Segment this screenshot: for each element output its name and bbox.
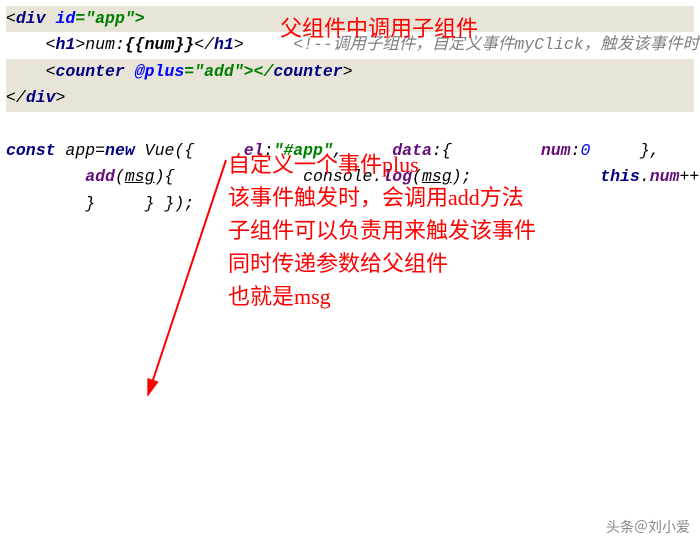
annotation-main-l4: 同时传递参数给父组件 — [228, 247, 536, 280]
annotation-main-l3: 子组件可以负责用来触发该事件 — [228, 214, 536, 247]
code-line-18: }); — [164, 194, 194, 213]
watermark: 头条＠刘小爱 — [606, 516, 690, 538]
annotation-main-l1: 自定义一个事件plus — [228, 148, 536, 181]
code-line-17: } — [105, 194, 155, 213]
code-line-16: } — [6, 194, 95, 213]
code-line-7: const app=new Vue({ — [6, 141, 194, 160]
code-line-6 — [6, 115, 16, 134]
code-line-11: }, — [600, 141, 659, 160]
annotation-main: 自定义一个事件plus 该事件触发时，会调用add方法 子组件可以负责用来触发该… — [228, 148, 536, 313]
code-line-13: add(msg){ — [6, 167, 174, 186]
annotation-main-l2: 该事件触发时，会调用add方法 — [228, 181, 536, 214]
annotation-top: 父组件中调用子组件 — [280, 12, 478, 45]
annotation-main-l5: 也就是msg — [228, 280, 536, 313]
code-line-4: <counter @plus="add"></counter> — [6, 59, 694, 85]
code-line-12: methods:{ — [670, 141, 700, 160]
code-line-5: </div> — [6, 85, 694, 111]
code-line-2: <h1>num:{{num}}</h1> — [6, 35, 244, 54]
